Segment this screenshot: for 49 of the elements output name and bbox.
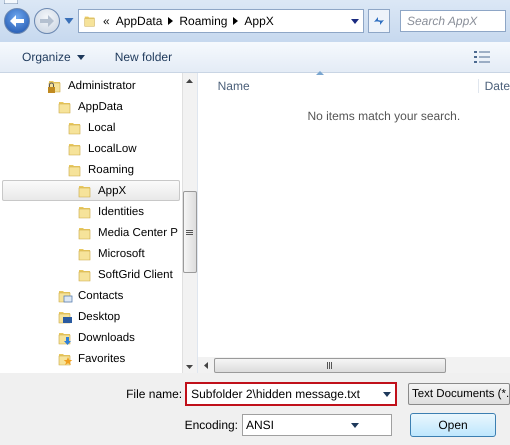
tree-item[interactable]: Downloads (2, 327, 180, 348)
sort-arrow-icon (316, 71, 324, 75)
file-type-dropdown[interactable]: Text Documents (*. (408, 383, 510, 405)
file-name-field[interactable]: Subfolder 2\hidden message.txt (186, 383, 396, 405)
arrow-left-icon (10, 15, 24, 27)
caret-icon (383, 392, 391, 396)
forward-button[interactable] (34, 8, 60, 34)
file-name-label: File name: (125, 387, 182, 401)
encoding-dropdown[interactable]: ANSI (242, 414, 392, 436)
empty-message: No items match your search. (307, 109, 460, 123)
scrollbar-thumb[interactable] (214, 358, 446, 372)
back-button[interactable] (4, 8, 30, 34)
chevron-icon (233, 17, 238, 25)
tree-item[interactable]: LocalLow (2, 138, 180, 159)
tree-item[interactable]: Contacts (2, 285, 180, 306)
tree-item[interactable]: Favorites (2, 348, 180, 369)
tree-item[interactable]: Microsoft (2, 243, 180, 264)
overflow-chevron[interactable]: « (103, 14, 110, 28)
view-icon[interactable] (474, 50, 490, 64)
caret-icon[interactable] (351, 18, 359, 24)
address-bar[interactable]: « AppData Roaming AppX (78, 9, 364, 33)
scroll-left-icon[interactable] (204, 362, 208, 368)
breadcrumb[interactable]: Roaming (179, 14, 228, 28)
tree-item[interactable]: Media Center P (2, 222, 180, 243)
column-header[interactable]: Date (484, 79, 510, 93)
scrollbar-thumb[interactable] (182, 191, 197, 273)
scroll-down-icon[interactable] (186, 365, 194, 369)
tree-item[interactable]: AppX (2, 180, 180, 201)
tree-item[interactable]: AppData (2, 96, 180, 117)
tree-item[interactable]: Roaming (2, 159, 180, 180)
breadcrumb[interactable]: AppData (116, 14, 162, 28)
organize-menu[interactable]: Organize (20, 48, 87, 66)
new-folder-button[interactable]: New folder (112, 48, 174, 66)
chevron-icon (168, 17, 174, 25)
tree-item[interactable]: SoftGrid Client (2, 264, 180, 285)
open-button[interactable]: Open (410, 413, 496, 437)
tree-item[interactable]: Identities (2, 201, 180, 222)
column-header[interactable]: Name (218, 79, 250, 93)
encoding-label: Encoding: (184, 418, 238, 432)
caret-icon (76, 54, 85, 60)
tree-item[interactable]: Administrator (2, 75, 180, 96)
tree-item[interactable]: Local (2, 117, 180, 138)
scroll-up-icon[interactable] (186, 79, 194, 83)
refresh-button[interactable] (368, 9, 390, 33)
breadcrumb[interactable]: AppX (244, 14, 274, 28)
arrow-right-icon (40, 15, 54, 27)
caret-icon (350, 422, 359, 428)
search-field[interactable]: Search AppX (400, 10, 506, 32)
tree-item[interactable]: Desktop (2, 306, 180, 327)
